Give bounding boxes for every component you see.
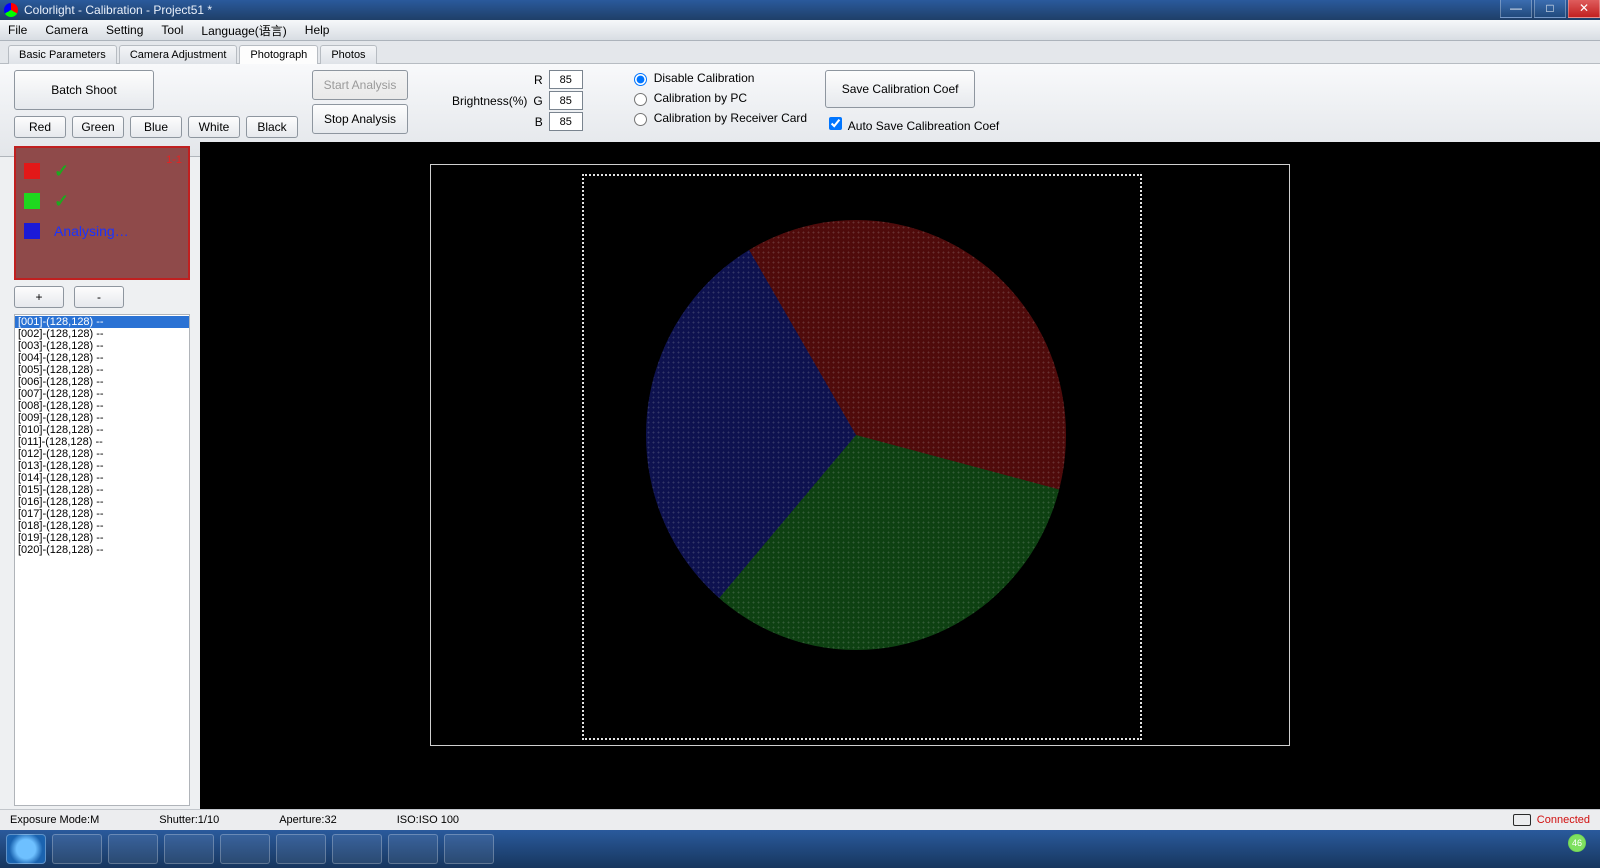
analysis-status-pane: 1-1 ✓ ✓ Analysing… xyxy=(14,146,190,280)
start-analysis-button[interactable]: Start Analysis xyxy=(312,70,408,100)
radio-calibration-by-pc-label: Calibration by PC xyxy=(654,91,747,105)
list-item[interactable]: [004]-(128,128) -- xyxy=(15,352,189,364)
list-item[interactable]: [010]-(128,128) -- xyxy=(15,424,189,436)
photo-viewer[interactable] xyxy=(200,142,1600,810)
auto-save-checkbox[interactable]: Auto Save Calibreation Coef xyxy=(825,114,999,133)
tab-photos[interactable]: Photos xyxy=(320,45,376,64)
tab-bar: Basic Parameters Camera Adjustment Photo… xyxy=(0,41,1600,64)
window-minimize-button[interactable]: — xyxy=(1500,0,1532,18)
color-black-button[interactable]: Black xyxy=(246,116,298,138)
radio-disable-calibration-label: Disable Calibration xyxy=(654,71,755,85)
radio-calibration-by-pc[interactable]: Calibration by PC xyxy=(629,90,807,106)
save-calibration-coef-button[interactable]: Save Calibration Coef xyxy=(825,70,975,108)
os-taskbar[interactable]: 46 xyxy=(0,830,1600,868)
radio-calibration-by-card-input[interactable] xyxy=(634,113,647,126)
list-item[interactable]: [001]-(128,128) -- xyxy=(15,316,189,328)
network-icon xyxy=(1513,814,1531,826)
list-item[interactable]: [011]-(128,128) -- xyxy=(15,436,189,448)
brightness-b-input[interactable] xyxy=(549,112,583,131)
selection-frame[interactable] xyxy=(582,174,1142,740)
green-swatch-icon xyxy=(24,193,40,209)
menu-bar: File Camera Setting Tool Language(语言) He… xyxy=(0,20,1600,41)
taskbar-icon[interactable] xyxy=(108,834,158,864)
tab-basic-parameters[interactable]: Basic Parameters xyxy=(8,45,117,64)
color-white-button[interactable]: White xyxy=(188,116,240,138)
list-item[interactable]: [020]-(128,128) -- xyxy=(15,544,189,556)
start-button[interactable] xyxy=(6,834,46,864)
color-red-button[interactable]: Red xyxy=(14,116,66,138)
list-item[interactable]: [003]-(128,128) -- xyxy=(15,340,189,352)
menu-tool[interactable]: Tool xyxy=(161,23,183,37)
window-maximize-button[interactable]: □ xyxy=(1534,0,1566,18)
batch-shoot-button[interactable]: Batch Shoot xyxy=(14,70,154,110)
list-item[interactable]: [017]-(128,128) -- xyxy=(15,508,189,520)
blue-status-label: Analysing… xyxy=(54,223,129,239)
status-iso: ISO:ISO 100 xyxy=(397,814,459,826)
taskbar-icon[interactable] xyxy=(276,834,326,864)
status-aperture: Aperture:32 xyxy=(279,814,336,826)
blue-swatch-icon xyxy=(24,223,40,239)
radio-calibration-by-card-label: Calibration by Receiver Card xyxy=(654,111,807,125)
green-done-icon: ✓ xyxy=(54,191,69,212)
taskbar-icon[interactable] xyxy=(332,834,382,864)
status-shutter: Shutter:1/10 xyxy=(159,814,219,826)
radio-calibration-by-card[interactable]: Calibration by Receiver Card xyxy=(629,110,807,126)
red-swatch-icon xyxy=(24,163,40,179)
list-item[interactable]: [002]-(128,128) -- xyxy=(15,328,189,340)
menu-file[interactable]: File xyxy=(8,23,27,37)
window-close-button[interactable]: ✕ xyxy=(1568,0,1600,18)
brightness-label: Brightness(%) xyxy=(452,94,527,108)
list-item[interactable]: [015]-(128,128) -- xyxy=(15,484,189,496)
sidebar: 1-1 ✓ ✓ Analysing… + - [001]-(128,128) -… xyxy=(0,142,198,810)
taskbar-icon[interactable] xyxy=(388,834,438,864)
list-item[interactable]: [012]-(128,128) -- xyxy=(15,448,189,460)
list-item[interactable]: [018]-(128,128) -- xyxy=(15,520,189,532)
color-blue-button[interactable]: Blue xyxy=(130,116,182,138)
red-done-icon: ✓ xyxy=(54,161,69,182)
menu-camera[interactable]: Camera xyxy=(45,23,88,37)
shot-list[interactable]: [001]-(128,128) --[002]-(128,128) --[003… xyxy=(14,314,190,806)
list-item[interactable]: [008]-(128,128) -- xyxy=(15,400,189,412)
list-item[interactable]: [019]-(128,128) -- xyxy=(15,532,189,544)
color-green-button[interactable]: Green xyxy=(72,116,124,138)
radio-calibration-by-pc-input[interactable] xyxy=(634,93,647,106)
taskbar-icon[interactable] xyxy=(164,834,214,864)
list-item[interactable]: [005]-(128,128) -- xyxy=(15,364,189,376)
remove-button[interactable]: - xyxy=(74,286,124,308)
auto-save-checkbox-label: Auto Save Calibreation Coef xyxy=(848,119,999,133)
tray-badge[interactable]: 46 xyxy=(1568,834,1586,852)
auto-save-checkbox-input[interactable] xyxy=(829,117,842,130)
taskbar-icon[interactable] xyxy=(52,834,102,864)
list-item[interactable]: [013]-(128,128) -- xyxy=(15,460,189,472)
status-connected: Connected xyxy=(1537,814,1590,826)
list-item[interactable]: [006]-(128,128) -- xyxy=(15,376,189,388)
radio-disable-calibration[interactable]: Disable Calibration xyxy=(629,70,807,86)
list-item[interactable]: [009]-(128,128) -- xyxy=(15,412,189,424)
tab-photograph[interactable]: Photograph xyxy=(239,45,318,64)
pane-corner-label: 1-1 xyxy=(166,154,182,166)
taskbar-icon[interactable] xyxy=(444,834,494,864)
status-exposure: Exposure Mode:M xyxy=(10,814,99,826)
status-bar: Exposure Mode:M Shutter:1/10 Aperture:32… xyxy=(0,809,1600,830)
stop-analysis-button[interactable]: Stop Analysis xyxy=(312,104,408,134)
brightness-g-input[interactable] xyxy=(549,91,583,110)
list-item[interactable]: [014]-(128,128) -- xyxy=(15,472,189,484)
menu-help[interactable]: Help xyxy=(305,23,330,37)
tab-camera-adjustment[interactable]: Camera Adjustment xyxy=(119,45,238,64)
list-item[interactable]: [007]-(128,128) -- xyxy=(15,388,189,400)
list-item[interactable]: [016]-(128,128) -- xyxy=(15,496,189,508)
radio-disable-calibration-input[interactable] xyxy=(634,73,647,86)
menu-language[interactable]: Language(语言) xyxy=(201,22,286,39)
menu-setting[interactable]: Setting xyxy=(106,23,143,37)
add-button[interactable]: + xyxy=(14,286,64,308)
app-icon xyxy=(4,3,18,17)
taskbar-icon[interactable] xyxy=(220,834,270,864)
window-title: Colorlight - Calibration - Project51 * xyxy=(24,3,212,17)
brightness-r-input[interactable] xyxy=(549,70,583,89)
window-titlebar: Colorlight - Calibration - Project51 * —… xyxy=(0,0,1600,20)
